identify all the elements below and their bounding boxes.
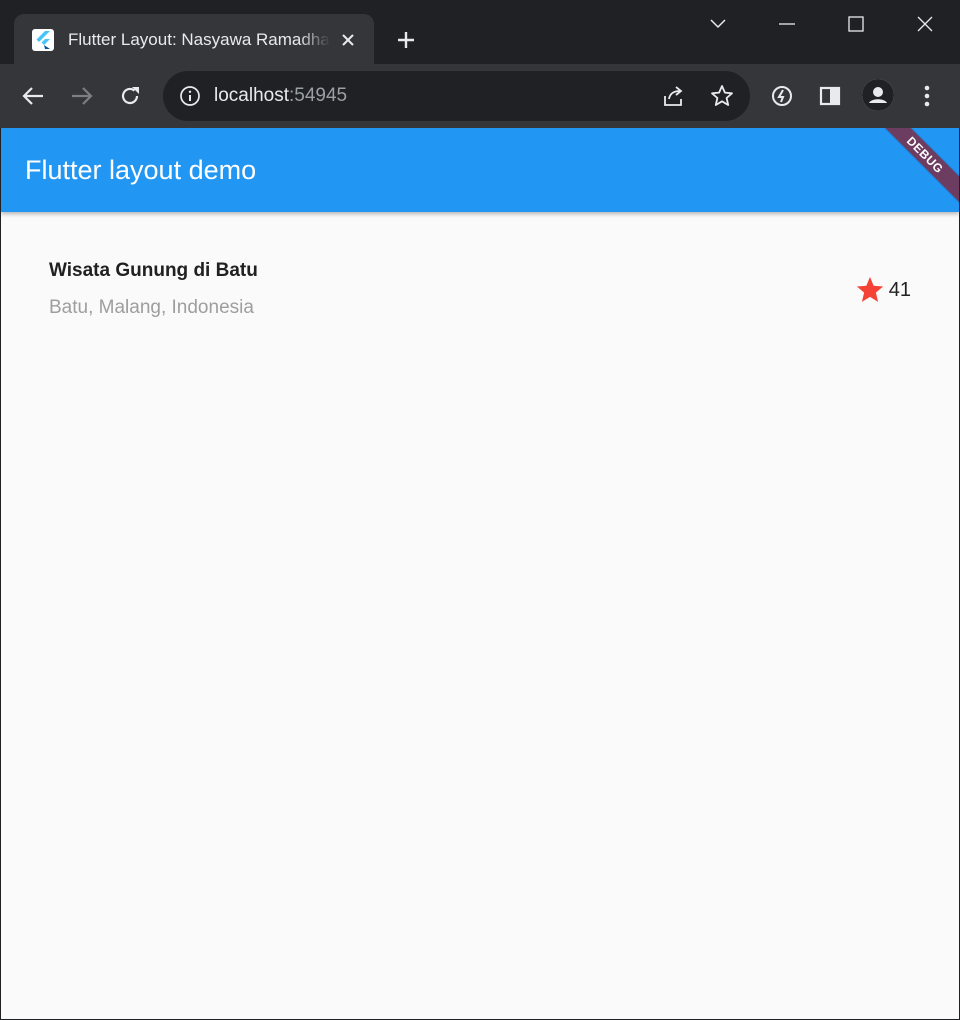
favorite-rating: 41 bbox=[855, 275, 911, 305]
site-info-icon[interactable] bbox=[179, 85, 201, 107]
side-panel-icon[interactable] bbox=[816, 82, 844, 110]
favorite-count: 41 bbox=[888, 278, 911, 301]
tab-strip: Flutter Layout: Nasyawa Ramadhani bbox=[0, 0, 960, 66]
profile-avatar-icon[interactable] bbox=[862, 79, 894, 111]
url-port: :54945 bbox=[289, 85, 348, 106]
browser-tab[interactable]: Flutter Layout: Nasyawa Ramadhani bbox=[14, 14, 374, 66]
star-icon bbox=[855, 275, 885, 305]
tab-title: Flutter Layout: Nasyawa Ramadhani bbox=[68, 30, 330, 49]
back-arrow-icon[interactable] bbox=[17, 80, 49, 112]
browser-toolbar: localhost:54945 bbox=[0, 64, 960, 128]
location-subtitle: Batu, Malang, Indonesia bbox=[49, 297, 254, 318]
extension-icon[interactable] bbox=[768, 82, 796, 110]
bookmark-star-icon[interactable] bbox=[710, 84, 734, 108]
app-bar: Flutter layout demo bbox=[1, 128, 959, 212]
title-section: Wisata Gunung di Batu Batu, Malang, Indo… bbox=[49, 260, 911, 326]
more-menu-icon[interactable] bbox=[913, 82, 941, 110]
forward-arrow-icon[interactable] bbox=[66, 80, 98, 112]
share-icon[interactable] bbox=[662, 84, 686, 108]
flutter-logo-icon bbox=[32, 29, 54, 51]
tab-search-chevron-icon[interactable] bbox=[696, 8, 740, 40]
minimize-window-icon[interactable] bbox=[765, 8, 809, 40]
page-viewport: Flutter layout demo DEBUG Wisata Gunung … bbox=[1, 128, 959, 1019]
maximize-window-icon[interactable] bbox=[834, 8, 878, 40]
address-bar[interactable]: localhost:54945 bbox=[163, 71, 750, 121]
app-bar-title: Flutter layout demo bbox=[25, 155, 257, 185]
location-name: Wisata Gunung di Batu bbox=[49, 260, 258, 281]
close-window-icon[interactable] bbox=[903, 8, 947, 40]
close-tab-icon[interactable] bbox=[336, 28, 360, 52]
reload-icon[interactable] bbox=[114, 80, 146, 112]
new-tab-button[interactable] bbox=[392, 26, 420, 54]
url-host: localhost bbox=[214, 85, 289, 106]
url-text: localhost:54945 bbox=[214, 85, 347, 107]
